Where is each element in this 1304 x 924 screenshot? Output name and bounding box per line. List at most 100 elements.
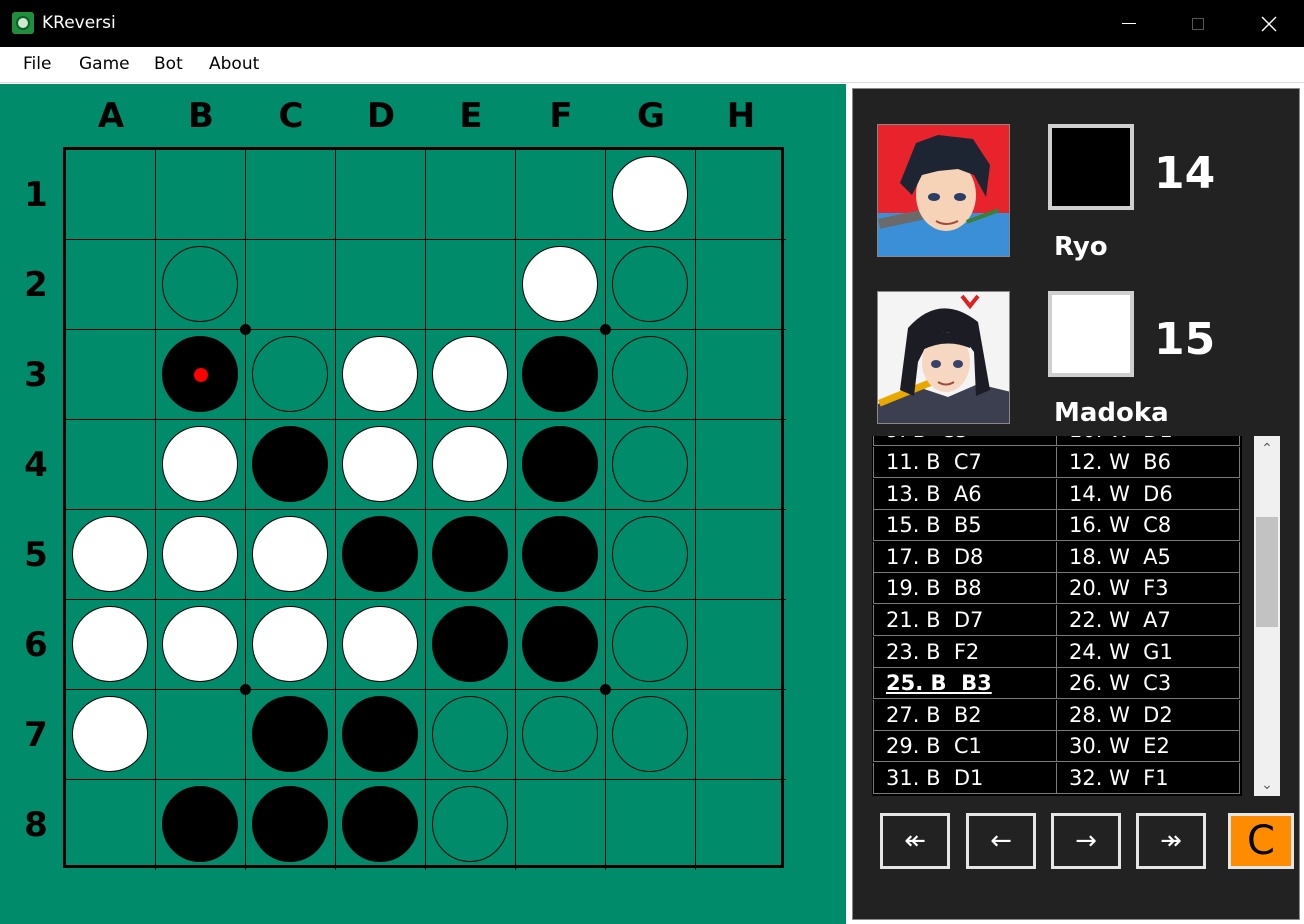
first-move-button[interactable]: ↞ (880, 813, 950, 869)
white-move-entry[interactable]: 24. W G1 (1056, 636, 1240, 668)
black-move-entry[interactable]: 11. B C7 (873, 447, 1057, 478)
board-cell-h5[interactable] (696, 510, 786, 600)
board-cell-h8[interactable] (696, 780, 786, 870)
board-cell-a1[interactable] (66, 150, 156, 240)
board-cell-b1[interactable] (156, 150, 246, 240)
board-cell-f1[interactable] (516, 150, 606, 240)
white-move-entry[interactable]: 26. W C3 (1056, 668, 1240, 700)
move-row[interactable]: 15. B B5 16. W C8 (872, 510, 1240, 542)
white-move-entry[interactable]: 14. W D6 (1056, 478, 1240, 510)
move-row[interactable]: 27. B B2 28. W D2 (872, 699, 1240, 731)
black-move-entry[interactable]: 29. B C1 (873, 731, 1057, 763)
move-row[interactable]: 9. B C510. W D1 (872, 436, 1240, 447)
scroll-down-arrow-icon[interactable]: ⌄ (1254, 772, 1280, 796)
next-move-button[interactable]: → (1051, 813, 1121, 869)
white-move-entry[interactable]: 20. W F3 (1056, 573, 1240, 605)
board-cell-f3[interactable] (516, 330, 606, 420)
board-cell-h4[interactable] (696, 420, 786, 510)
black-move-entry[interactable]: 13. B A6 (873, 478, 1057, 510)
move-row[interactable]: 25. B B3 26. W C3 (872, 668, 1240, 700)
board-cell-b6[interactable] (156, 600, 246, 690)
board-cell-f7[interactable] (516, 690, 606, 780)
black-move-entry[interactable]: 27. B B2 (873, 699, 1057, 731)
board-cell-f4[interactable] (516, 420, 606, 510)
maximize-button[interactable] (1163, 0, 1233, 47)
board-cell-c2[interactable] (246, 240, 336, 330)
menu-about[interactable]: About (209, 54, 259, 74)
board-cell-a3[interactable] (66, 330, 156, 420)
board-cell-c5[interactable] (246, 510, 336, 600)
black-move-entry[interactable]: 9. B C5 (873, 436, 1057, 447)
board-cell-a4[interactable] (66, 420, 156, 510)
board-cell-d6[interactable] (336, 600, 426, 690)
white-move-entry[interactable]: 12. W B6 (1056, 447, 1240, 478)
board-cell-d1[interactable] (336, 150, 426, 240)
move-row[interactable]: 31. B D1 32. W F1 (872, 763, 1240, 794)
board-cell-a2[interactable] (66, 240, 156, 330)
board-cell-c1[interactable] (246, 150, 336, 240)
board-cell-g1[interactable] (606, 150, 696, 240)
menu-bot[interactable]: Bot (154, 54, 183, 74)
white-move-entry[interactable]: 10. W D1 (1056, 436, 1240, 447)
board-cell-f6[interactable] (516, 600, 606, 690)
board-cell-e7[interactable] (426, 690, 516, 780)
board-cell-g2[interactable] (606, 240, 696, 330)
board-cell-b5[interactable] (156, 510, 246, 600)
black-move-entry[interactable]: 23. B F2 (873, 636, 1057, 668)
board-cell-b4[interactable] (156, 420, 246, 510)
board-cell-b8[interactable] (156, 780, 246, 870)
board-cell-c8[interactable] (246, 780, 336, 870)
board-cell-f5[interactable] (516, 510, 606, 600)
move-row[interactable]: 11. B C7 12. W B6 (872, 447, 1240, 478)
move-row[interactable]: 17. B D8 18. W A5 (872, 541, 1240, 573)
board-cell-a5[interactable] (66, 510, 156, 600)
white-move-entry[interactable]: 18. W A5 (1056, 541, 1240, 573)
menu-game[interactable]: Game (79, 54, 130, 74)
black-move-entry[interactable]: 17. B D8 (873, 541, 1057, 573)
board-cell-g8[interactable] (606, 780, 696, 870)
board-cell-d3[interactable] (336, 330, 426, 420)
board-cell-h6[interactable] (696, 600, 786, 690)
close-button[interactable] (1234, 0, 1304, 47)
previous-move-button[interactable]: ← (966, 813, 1036, 869)
move-row[interactable]: 29. B C1 30. W E2 (872, 731, 1240, 763)
board-cell-e2[interactable] (426, 240, 516, 330)
black-move-entry[interactable]: 21. B D7 (873, 605, 1057, 636)
board-cell-c3[interactable] (246, 330, 336, 420)
white-move-entry[interactable]: 32. W F1 (1056, 763, 1240, 794)
black-move-entry[interactable]: 25. B B3 (873, 668, 1057, 700)
c-button[interactable]: C (1228, 813, 1294, 869)
black-move-entry[interactable]: 15. B B5 (873, 510, 1057, 542)
board-cell-d5[interactable] (336, 510, 426, 600)
board-cell-e6[interactable] (426, 600, 516, 690)
white-move-entry[interactable]: 16. W C8 (1056, 510, 1240, 542)
black-move-entry[interactable]: 31. B D1 (873, 763, 1057, 794)
board-cell-g4[interactable] (606, 420, 696, 510)
board-cell-e5[interactable] (426, 510, 516, 600)
board-cell-d7[interactable] (336, 690, 426, 780)
board-cell-f8[interactable] (516, 780, 606, 870)
board-cell-d8[interactable] (336, 780, 426, 870)
board-cell-e1[interactable] (426, 150, 516, 240)
scroll-thumb[interactable] (1256, 517, 1278, 627)
board-cell-g7[interactable] (606, 690, 696, 780)
board-cell-e3[interactable] (426, 330, 516, 420)
board-cell-c6[interactable] (246, 600, 336, 690)
move-history-list[interactable]: 9. B C510. W D111. B C712. W B613. B A61… (872, 436, 1242, 796)
board-cell-g6[interactable] (606, 600, 696, 690)
minimize-button[interactable] (1094, 0, 1164, 47)
move-row[interactable]: 13. B A6 14. W D6 (872, 478, 1240, 510)
board-cell-g3[interactable] (606, 330, 696, 420)
move-list-scrollbar[interactable]: ⌃ ⌄ (1254, 436, 1280, 796)
board-cell-a8[interactable] (66, 780, 156, 870)
black-move-entry[interactable]: 19. B B8 (873, 573, 1057, 605)
board-cell-h7[interactable] (696, 690, 786, 780)
board-cell-a6[interactable] (66, 600, 156, 690)
board-cell-f2[interactable] (516, 240, 606, 330)
board-cell-h2[interactable] (696, 240, 786, 330)
board-cell-d2[interactable] (336, 240, 426, 330)
board-cell-b7[interactable] (156, 690, 246, 780)
white-move-entry[interactable]: 28. W D2 (1056, 699, 1240, 731)
white-move-entry[interactable]: 22. W A7 (1056, 605, 1240, 636)
board-cell-d4[interactable] (336, 420, 426, 510)
